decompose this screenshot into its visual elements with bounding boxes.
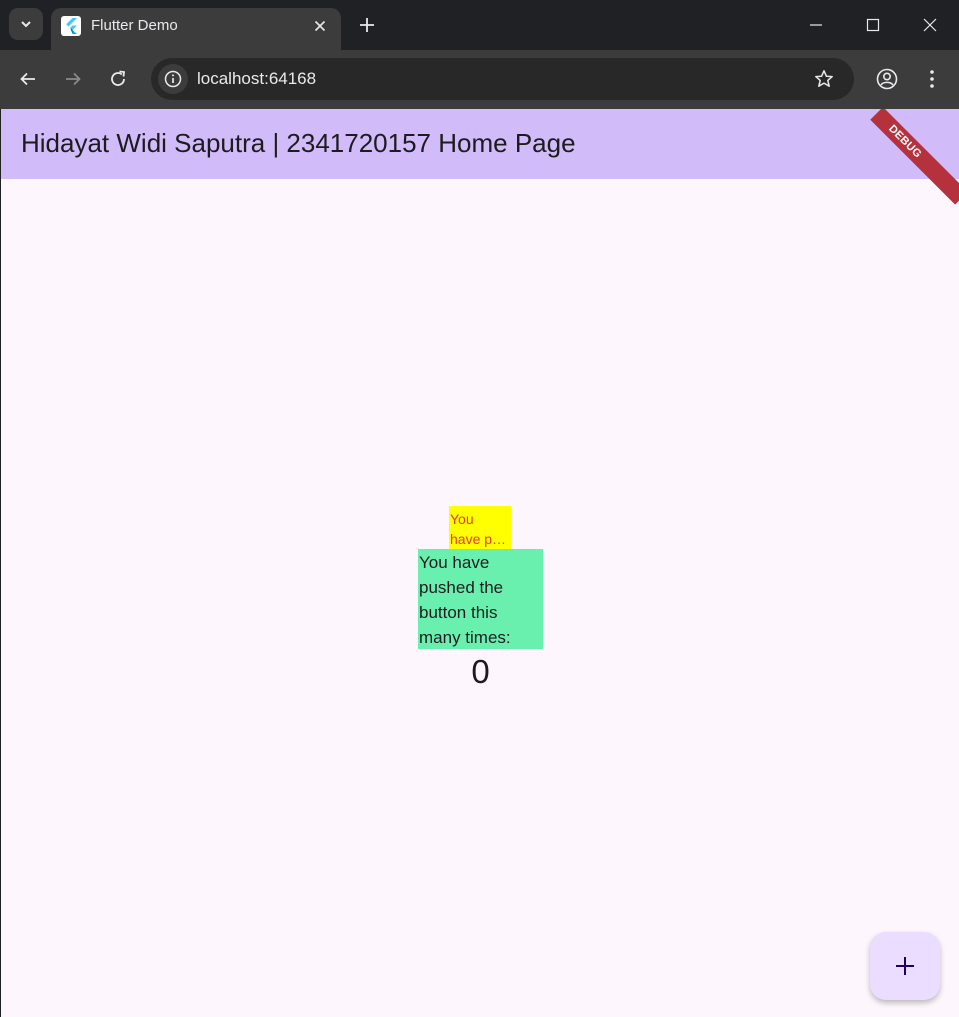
tab-search-button[interactable] <box>9 8 43 40</box>
counter-value: 0 <box>471 653 490 690</box>
reload-button[interactable] <box>103 64 133 94</box>
info-icon <box>164 70 182 88</box>
flutter-app: Hidayat Widi Saputra | 2341720157 Home P… <box>1 109 959 1017</box>
back-arrow-icon <box>20 72 35 86</box>
app-bar: Hidayat Widi Saputra | 2341720157 Home P… <box>1 109 959 179</box>
forward-button[interactable] <box>58 64 88 94</box>
page-title: Hidayat Widi Saputra | 2341720157 Home P… <box>21 128 576 158</box>
minimize-icon <box>810 24 822 26</box>
browser-toolbar: localhost:64168 <box>0 50 959 109</box>
more-vert-icon <box>930 70 934 88</box>
back-button[interactable] <box>13 64 43 94</box>
address-bar[interactable]: localhost:64168 <box>151 58 854 100</box>
close-window-icon <box>923 18 937 32</box>
url-text[interactable]: localhost:64168 <box>197 69 316 89</box>
site-info-button[interactable] <box>158 64 188 94</box>
tab-close-button[interactable] <box>309 15 331 37</box>
bookmark-button[interactable] <box>809 64 839 94</box>
yellow-text-line-2: have p… <box>450 531 507 547</box>
new-tab-button[interactable] <box>354 12 380 38</box>
minimize-button[interactable] <box>801 10 831 40</box>
add-icon <box>896 957 914 975</box>
plus-icon <box>360 18 374 32</box>
tab-title: Flutter Demo <box>91 17 178 34</box>
browser-menu-button[interactable] <box>917 64 947 94</box>
green-text-line-2: pushed the <box>419 578 504 597</box>
star-icon <box>815 70 833 87</box>
maximize-icon <box>866 18 880 32</box>
yellow-text-line-1: You <box>450 511 474 527</box>
close-icon <box>314 20 326 32</box>
browser-title-bar: Flutter Demo <box>0 0 959 50</box>
green-text-line-1: You have <box>419 553 490 572</box>
profile-button[interactable] <box>872 64 902 94</box>
browser-tab[interactable]: Flutter Demo <box>51 8 341 50</box>
green-text-line-3: button this <box>419 603 498 622</box>
maximize-button[interactable] <box>858 10 888 40</box>
close-window-button[interactable] <box>915 10 945 40</box>
flutter-logo-icon <box>61 16 81 36</box>
increment-fab[interactable] <box>870 932 940 1000</box>
reload-icon <box>111 70 125 86</box>
yellow-text-box: You have p… <box>449 506 511 549</box>
green-text-box: You have pushed the button this many tim… <box>418 549 543 649</box>
forward-arrow-icon <box>66 72 81 86</box>
green-text-line-4: many times: <box>419 628 511 647</box>
profile-icon <box>876 68 898 90</box>
chevron-down-icon <box>21 21 31 28</box>
